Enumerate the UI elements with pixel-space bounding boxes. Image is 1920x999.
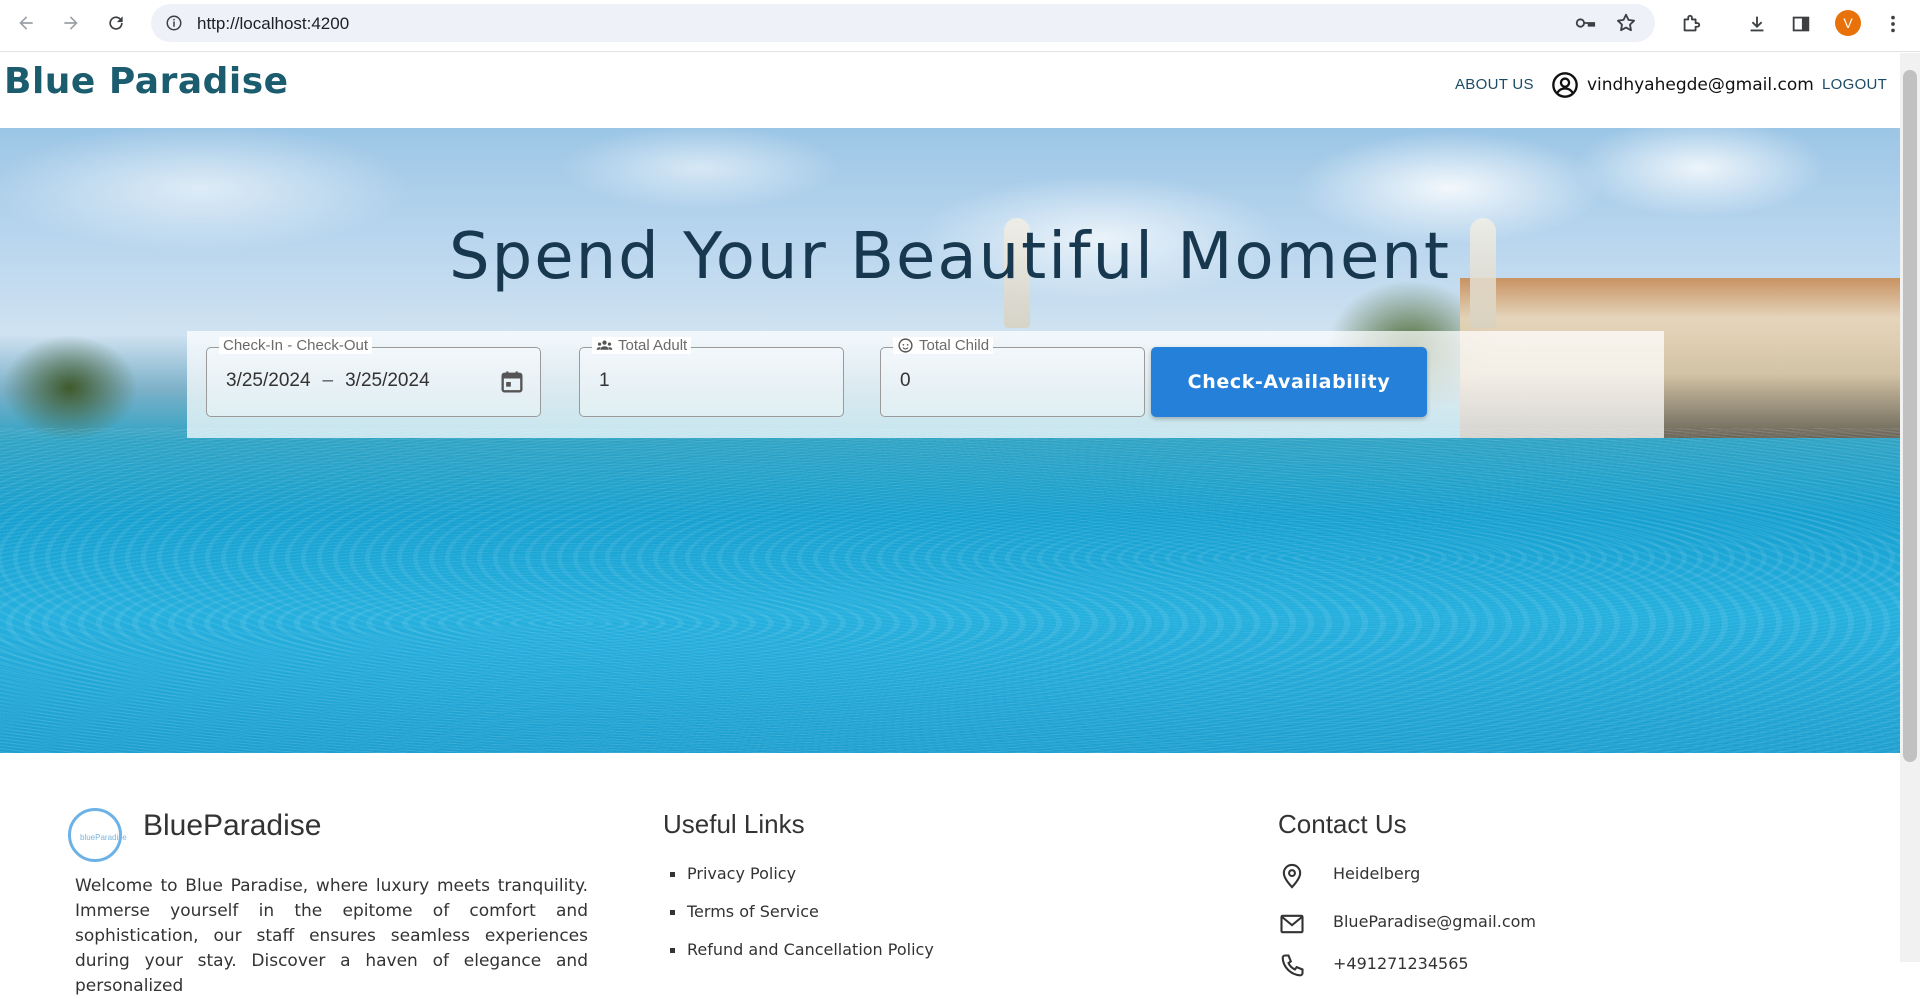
checkout-date: 3/25/2024 (345, 370, 430, 391)
footer-logo-text: blueParadise (80, 833, 127, 842)
arrow-right-icon (64, 16, 78, 30)
profile-avatar[interactable]: V (1835, 10, 1861, 36)
reload-button[interactable] (102, 9, 130, 37)
site-info-icon[interactable] (165, 14, 183, 32)
contact-phone: +491271234565 (1278, 952, 1469, 980)
back-button[interactable] (12, 9, 40, 37)
contact-us-heading: Contact Us (1278, 809, 1407, 839)
calendar-icon[interactable] (498, 368, 526, 396)
extensions-icon[interactable] (1679, 12, 1703, 36)
date-range-field[interactable]: Check-In - Check-Out 3/25/2024–3/25/2024 (206, 337, 541, 417)
total-adult-label: Total Adult (592, 337, 692, 354)
footer-brand-name: BlueParadise (143, 809, 322, 842)
useful-links-list: Privacy Policy Terms of Service Refund a… (668, 864, 934, 978)
account-circle-icon (1552, 72, 1578, 98)
checkin-date: 3/25/2024 (226, 370, 311, 391)
arrow-left-icon (19, 16, 33, 30)
reload-icon (109, 16, 123, 30)
contact-email: BlueParadise@gmail.com (1278, 910, 1536, 938)
user-email: vindhyahegde@gmail.com (1587, 75, 1814, 95)
booking-search-panel: Check-In - Check-Out 3/25/2024–3/25/2024… (187, 331, 1664, 438)
privacy-policy-link[interactable]: Privacy Policy (668, 864, 934, 902)
total-child-label: Total Child (893, 337, 994, 354)
url-text: http://localhost:4200 (197, 14, 350, 33)
refund-policy-link[interactable]: Refund and Cancellation Policy (668, 940, 934, 978)
more-menu-icon[interactable] (1881, 12, 1905, 36)
date-range-label: Check-In - Check-Out (219, 337, 373, 354)
contact-email-text[interactable]: BlueParadise@gmail.com (1333, 912, 1536, 931)
child-face-icon (898, 338, 913, 353)
brand-logo-text[interactable]: Blue Paradise (4, 61, 289, 102)
forward-button[interactable] (57, 9, 85, 37)
footer-about-text: Welcome to Blue Paradise, where luxury m… (75, 876, 588, 996)
bookmark-star-icon[interactable] (1614, 11, 1638, 35)
location-pin-icon (1282, 863, 1302, 889)
total-adult-value[interactable]: 1 (599, 370, 610, 392)
about-us-link[interactable]: ABOUT US (1455, 76, 1534, 93)
contact-phone-text: +491271234565 (1333, 954, 1469, 973)
mail-icon (1280, 914, 1304, 934)
hero-title: Spend Your Beautiful Moment (448, 220, 1452, 294)
group-icon (596, 340, 613, 350)
site-footer: blueParadise BlueParadise Welcome to Blu… (0, 753, 1900, 996)
app-header: Blue Paradise ABOUT US vindhyahegde@gmai… (0, 53, 1900, 128)
scrollbar-thumb[interactable] (1903, 70, 1917, 762)
user-account[interactable]: vindhyahegde@gmail.com (1551, 71, 1814, 99)
terms-of-service-link[interactable]: Terms of Service (668, 902, 934, 940)
download-icon[interactable] (1745, 12, 1769, 36)
password-key-icon[interactable] (1573, 11, 1597, 35)
logout-link[interactable]: LOGOUT (1822, 76, 1887, 93)
footer-logo: blueParadise (68, 808, 127, 862)
hero-banner: Spend Your Beautiful Moment Check-In - C… (0, 128, 1900, 753)
address-bar[interactable]: http://localhost:4200 (151, 4, 1655, 42)
total-adult-field[interactable]: Total Adult 1 (579, 337, 844, 417)
total-child-field[interactable]: Total Child 0 (880, 337, 1145, 417)
side-panel-icon[interactable] (1789, 12, 1813, 36)
total-child-value[interactable]: 0 (900, 370, 911, 392)
date-range-value[interactable]: 3/25/2024–3/25/2024 (226, 370, 430, 392)
phone-icon (1281, 954, 1304, 977)
date-separator: – (322, 370, 334, 391)
hero-pool-water (0, 428, 1900, 753)
check-availability-button[interactable]: Check-Availability (1151, 347, 1427, 417)
browser-toolbar: http://localhost:4200 V (0, 0, 1920, 52)
useful-links-heading: Useful Links (663, 809, 805, 839)
contact-location-text: Heidelberg (1333, 864, 1421, 883)
contact-location: Heidelberg (1278, 862, 1420, 890)
